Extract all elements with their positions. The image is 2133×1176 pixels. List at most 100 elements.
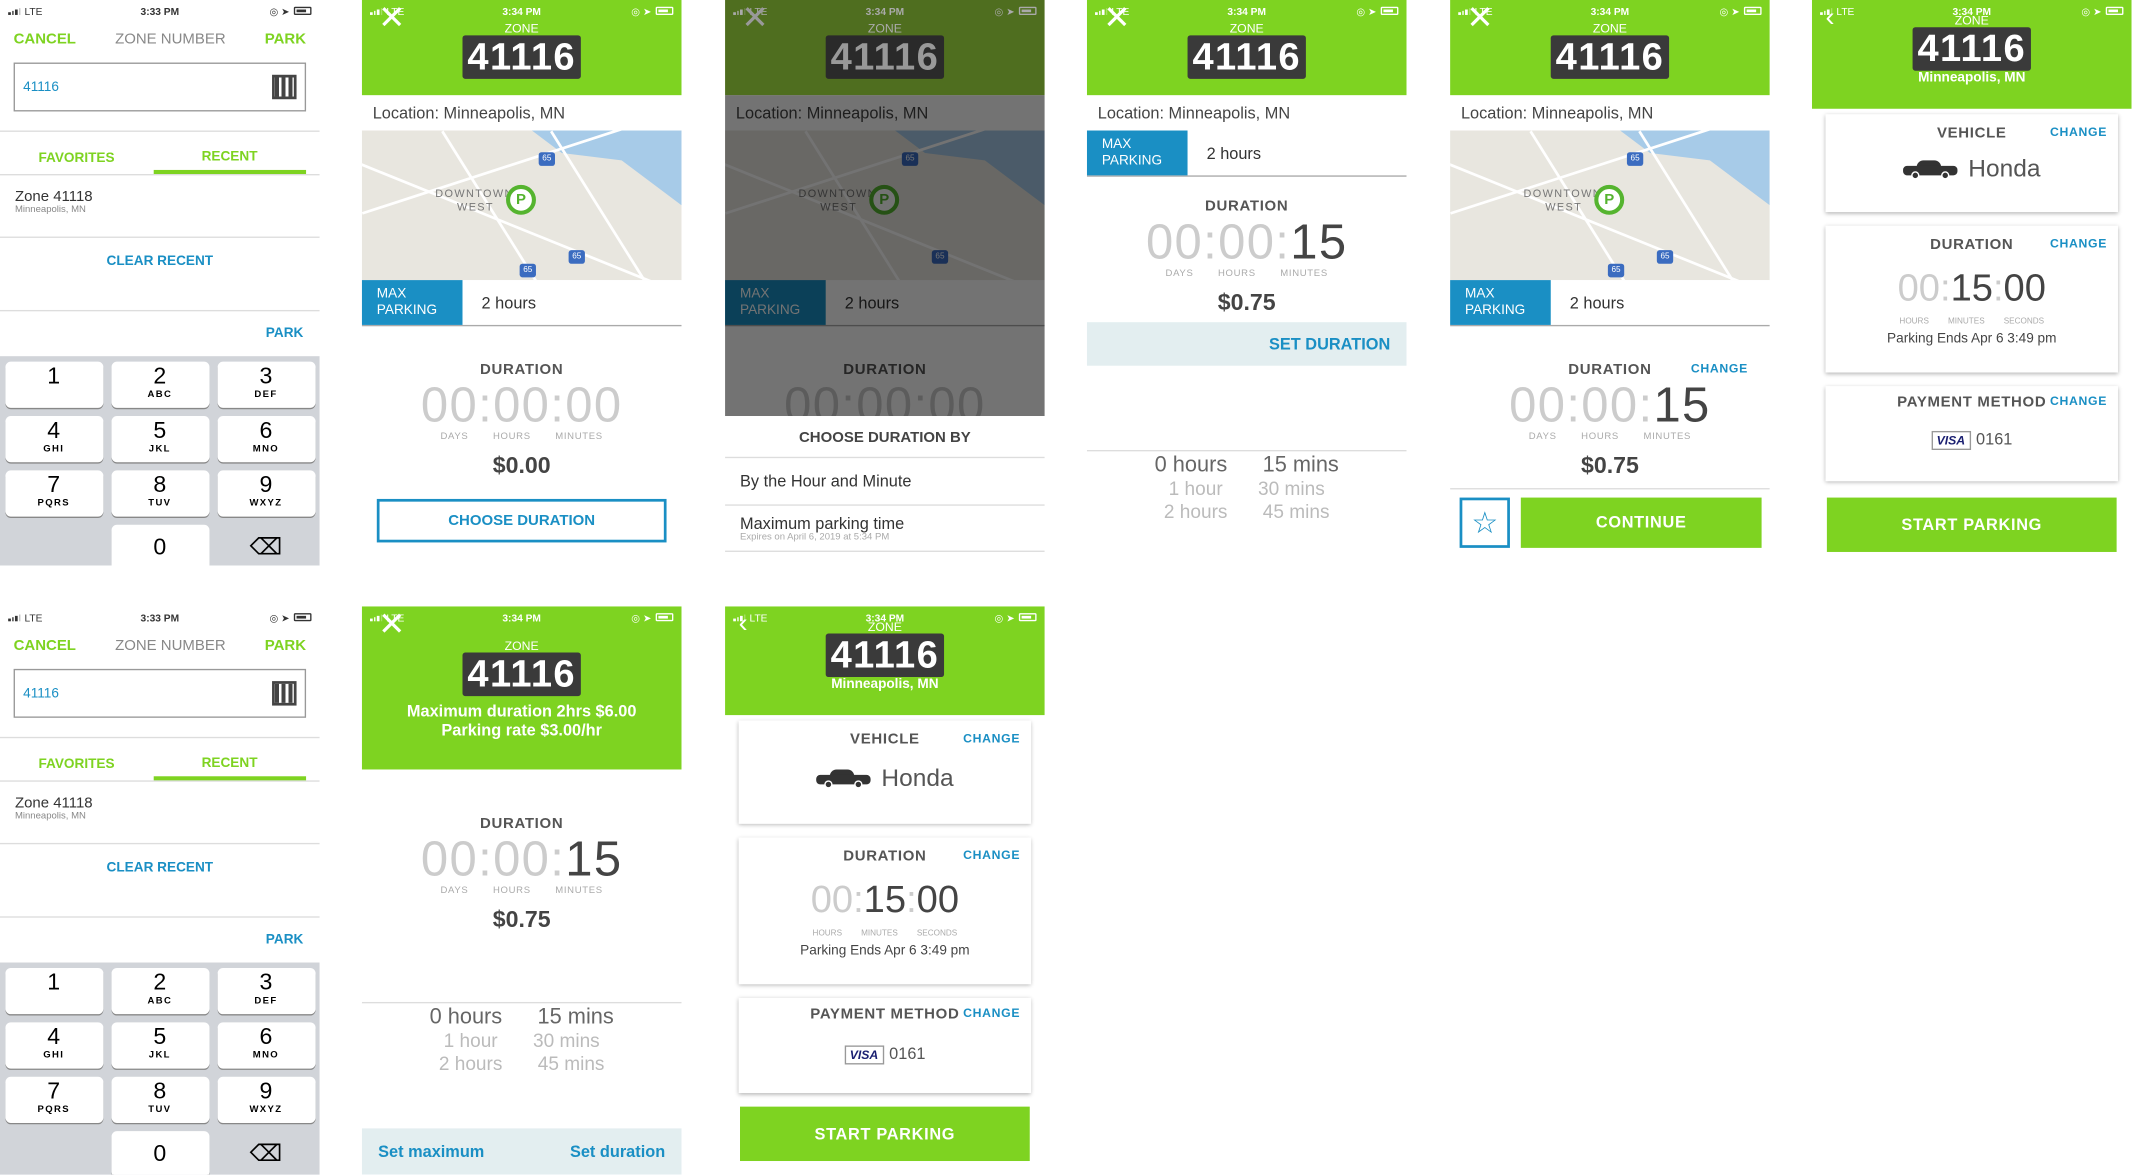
close-icon[interactable]: ✕ <box>1103 2 1130 36</box>
map[interactable]: DOWNTOWN WEST P 65 65 65 <box>361 130 682 281</box>
key-6[interactable]: 6 MNO <box>216 416 315 463</box>
summary-screen-2: LTE 3:34 PM ◎ ➤ ‹ ZONE 41116 Minneapolis, … <box>725 606 1045 1175</box>
clock: 3:34 PM <box>502 4 541 17</box>
set-duration-button[interactable]: Set duration <box>570 1142 665 1161</box>
back-chevron-icon[interactable]: ‹ <box>739 609 748 640</box>
clear-recent-button[interactable]: CLEAR RECENT <box>0 842 320 906</box>
page-title: ZONE NUMBER <box>115 31 226 48</box>
parking-rate-info: Parking rate $3.00/hr <box>441 720 602 740</box>
duration-picker[interactable]: 0 hours 15 mins 1 hour 30 mins 2 hours 45 m… <box>1086 449 1407 523</box>
change-payment-link[interactable]: CHANGE <box>2050 394 2107 408</box>
key-7[interactable]: 7 PQRS <box>4 470 103 517</box>
map-label-west: WEST <box>457 201 494 214</box>
clear-recent-button[interactable]: CLEAR RECENT <box>0 236 320 300</box>
key-0[interactable]: 0 <box>110 1131 209 1175</box>
option-max-time[interactable]: Maximum parking time Expires on April 6,… <box>725 506 1045 552</box>
change-payment-link[interactable]: CHANGE <box>963 1006 1020 1020</box>
choose-duration-button[interactable]: CHOOSE DURATION <box>376 498 667 543</box>
change-vehicle-link[interactable]: CHANGE <box>963 731 1020 745</box>
close-icon[interactable]: ✕ <box>378 608 405 642</box>
key-3[interactable]: 3 DEF <box>216 967 315 1015</box>
key-8[interactable]: 8 TUV <box>110 470 209 517</box>
recent-city: Minneapolis, MN <box>14 811 86 822</box>
start-parking-button[interactable]: START PARKING <box>740 1106 1030 1162</box>
max-parking-value: 2 hours <box>481 292 537 313</box>
clock: 3:33 PM <box>140 611 180 624</box>
payment-card: PAYMENT METHOD CHANGE VISA 0161 <box>738 997 1032 1094</box>
zone-input[interactable]: 41116 <box>13 62 307 112</box>
list-item[interactable]: Zone 41118 Minneapolis, MN <box>0 780 320 843</box>
key-9[interactable]: 9 WXYZ <box>216 470 315 517</box>
backspace-icon[interactable]: ⌫ <box>217 525 315 566</box>
parking-pin-icon[interactable]: P <box>506 184 536 215</box>
key-4[interactable]: 4 GHI <box>4 1022 103 1069</box>
duration-minutes: 15 <box>565 830 623 887</box>
max-parking-row[interactable]: MAX PARKING 2 hours <box>1450 280 1770 327</box>
list-item[interactable]: Zone 41118 Minneapolis, MN <box>0 174 320 237</box>
clock: 3:34 PM <box>865 4 905 17</box>
zone-header: LTE 3:34 PM ◎ ➤ ✕ ZONE 41116 <box>1086 0 1407 96</box>
zone-input[interactable]: 41116 <box>13 668 307 718</box>
parking-pin-icon[interactable]: P <box>1594 184 1625 215</box>
qr-code-icon[interactable] <box>272 74 297 100</box>
key-3[interactable]: 3 DEF <box>216 361 315 408</box>
set-duration-button[interactable]: SET DURATION <box>1086 322 1407 366</box>
option-hour-minute[interactable]: By the Hour and Minute <box>725 458 1045 506</box>
start-parking-button[interactable]: START PARKING <box>1826 497 2117 552</box>
park-button[interactable]: PARK <box>265 31 306 47</box>
cancel-button[interactable]: CANCEL <box>14 31 76 47</box>
page-title: ZONE NUMBER <box>115 637 226 654</box>
park-link[interactable]: PARK <box>266 326 304 341</box>
change-duration-link[interactable]: CHANGE <box>963 848 1020 862</box>
vehicle-name: Honda <box>1968 154 2041 183</box>
zone-number: 41116 <box>461 652 582 697</box>
key-5[interactable]: 5 JKL <box>110 416 209 463</box>
max-parking-row[interactable]: MAX PARKING 2 hours <box>361 280 682 327</box>
zone-input-value: 41116 <box>23 685 59 701</box>
key-9[interactable]: 9 WXYZ <box>216 1076 315 1123</box>
map[interactable]: DOWNTOWN WEST P 65 65 65 <box>1450 130 1770 281</box>
change-duration-link[interactable]: CHANGE <box>2050 237 2107 251</box>
keypad: 1 2 ABC 3 DEF 4 GHI 5 JKL 6 MNO 7 PQRS 8 TUV 9W… <box>0 356 320 566</box>
max-parking-row[interactable]: MAX PARKING 2 hours <box>1086 130 1407 177</box>
close-icon[interactable]: ✕ <box>378 2 405 36</box>
highway-shield-icon: 65 <box>1626 152 1644 166</box>
tab-favorites[interactable]: FAVORITES <box>0 757 153 780</box>
max-parking-badge: MAX PARKING <box>1450 280 1551 325</box>
duration-picker[interactable]: 0 hours 15 mins 1 hour 30 mins 2 hours 45 m… <box>361 1001 682 1075</box>
zone-number: 41116 <box>1187 35 1307 79</box>
continue-button[interactable]: CONTINUE <box>1520 497 1762 548</box>
tab-recent[interactable]: RECENT <box>153 150 307 175</box>
key-7[interactable]: 7 PQRS <box>4 1076 103 1123</box>
key-8[interactable]: 8 TUV <box>110 1076 209 1123</box>
set-maximum-button[interactable]: Set maximum <box>378 1142 484 1161</box>
zone-header: LTE 3:34 PM ◎ ➤ ✕ ZONE 41116 <box>725 0 1045 96</box>
highway-shield-icon: 65 <box>519 263 536 278</box>
max-parking-badge: MAX PARKING <box>361 280 463 325</box>
close-icon[interactable]: ✕ <box>1466 2 1493 36</box>
zone-entry-screen-2: LTE 3:33 PM ◎ ➤ CANCEL ZONE NUMBER PARK 41… <box>0 606 320 1175</box>
key-1[interactable]: 1 <box>4 361 103 408</box>
key-0[interactable]: 0 <box>110 524 209 566</box>
zone-city: Minneapolis, MN <box>1918 70 2026 86</box>
dim-overlay[interactable] <box>725 95 1045 417</box>
key-4[interactable]: 4 GHI <box>4 416 103 463</box>
tab-recent[interactable]: RECENT <box>153 756 307 781</box>
favorite-star-icon[interactable]: ☆ <box>1459 497 1510 548</box>
backspace-icon[interactable]: ⌫ <box>217 1131 315 1175</box>
key-2[interactable]: 2 ABC <box>110 967 209 1015</box>
key-5[interactable]: 5 JKL <box>110 1022 209 1069</box>
max-parking-value: 2 hours <box>1206 143 1262 163</box>
key-2[interactable]: 2 ABC <box>110 361 209 408</box>
tab-favorites[interactable]: FAVORITES <box>0 151 153 174</box>
back-chevron-icon[interactable]: ‹ <box>1826 3 1835 34</box>
qr-code-icon[interactable] <box>272 681 297 706</box>
key-1[interactable]: 1 <box>4 967 103 1015</box>
payment-card: PAYMENT METHOD CHANGE VISA 0161 <box>1825 386 2118 482</box>
key-6[interactable]: 6 MNO <box>216 1022 315 1069</box>
change-duration-link[interactable]: CHANGE <box>1691 362 1748 376</box>
cancel-button[interactable]: CANCEL <box>14 638 76 654</box>
park-button[interactable]: PARK <box>265 638 306 654</box>
change-vehicle-link[interactable]: CHANGE <box>2050 125 2107 139</box>
park-link[interactable]: PARK <box>266 933 304 948</box>
